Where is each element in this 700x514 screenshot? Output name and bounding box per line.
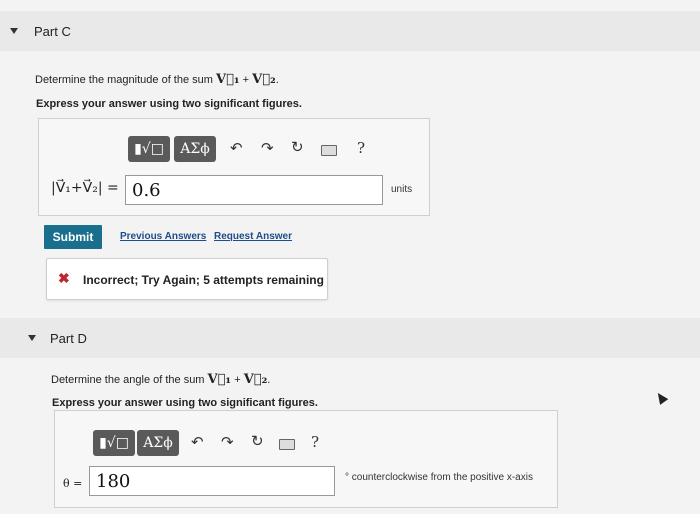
collapse-caret-icon[interactable]	[10, 28, 18, 34]
part-d-answer-box: ▮√□ ΑΣϕ ↶ ↷ ↻ ? θ = 180 ° counterclockwi…	[54, 410, 558, 508]
part-c-header[interactable]: Part C	[0, 11, 700, 51]
units-label: ° counterclockwise from the positive x-a…	[345, 472, 533, 483]
question-text: Determine the angle of the sum	[51, 374, 205, 386]
magnitude-input[interactable]: 0.6	[125, 175, 383, 205]
redo-icon[interactable]: ↷	[221, 433, 234, 451]
answer-label: |V⃗₁+V⃗₂| =	[51, 180, 119, 196]
angle-input[interactable]: 180	[89, 466, 335, 496]
reset-icon[interactable]: ↻	[291, 138, 304, 156]
question-end: .	[275, 74, 279, 86]
help-button[interactable]: ?	[357, 139, 365, 157]
feedback-message: Incorrect; Try Again; 5 attempts remaini…	[83, 273, 324, 287]
keyboard-icon[interactable]	[279, 439, 295, 450]
plus-sign: +	[242, 74, 250, 86]
collapse-caret-icon[interactable]	[28, 335, 36, 341]
part-c-question: Determine the magnitude of the sum V⃗₁ +…	[35, 72, 279, 87]
greek-symbols-button[interactable]: ΑΣϕ	[174, 136, 216, 162]
feedback-box: ✖ Incorrect; Try Again; 5 attempts remai…	[46, 258, 328, 300]
greek-symbols-button[interactable]: ΑΣϕ	[137, 430, 179, 456]
reset-icon[interactable]: ↻	[251, 432, 264, 450]
units-label: units	[391, 184, 413, 195]
question-text: Determine the magnitude of the sum	[35, 74, 213, 86]
template-button[interactable]: ▮√□	[93, 430, 135, 456]
vector-v1: V⃗₁	[207, 372, 232, 387]
keyboard-icon[interactable]	[321, 145, 337, 156]
vector-v2: V⃗₂	[252, 72, 276, 87]
answer-label: θ =	[63, 477, 83, 490]
part-d-instruction: Express your answer using two significan…	[52, 397, 318, 409]
help-button[interactable]: ?	[311, 433, 319, 451]
part-c-instruction: Express your answer using two significan…	[36, 98, 302, 110]
vector-v2: V⃗₂	[243, 372, 268, 387]
part-c-title: Part C	[34, 24, 71, 39]
undo-icon[interactable]: ↶	[230, 139, 243, 157]
mouse-cursor	[653, 390, 669, 405]
part-c-answer-box: ▮√□ ΑΣϕ ↶ ↷ ↻ ? |V⃗₁+V⃗₂| = 0.6 units	[38, 118, 430, 216]
incorrect-x-icon: ✖	[58, 270, 70, 286]
vector-v1: V⃗₁	[216, 72, 240, 87]
undo-icon[interactable]: ↶	[191, 433, 204, 451]
request-answer-link[interactable]: Request Answer	[214, 231, 292, 242]
part-d-question: Determine the angle of the sum V⃗₁ + V⃗₂…	[51, 372, 270, 387]
redo-icon[interactable]: ↷	[261, 139, 274, 157]
plus-sign: +	[234, 374, 241, 386]
question-end: .	[267, 374, 271, 386]
part-d-title: Part D	[50, 331, 87, 346]
part-d-header[interactable]: Part D	[0, 318, 700, 358]
submit-button[interactable]: Submit	[44, 225, 102, 249]
previous-answers-link[interactable]: Previous Answers	[120, 231, 206, 242]
template-button[interactable]: ▮√□	[128, 136, 170, 162]
